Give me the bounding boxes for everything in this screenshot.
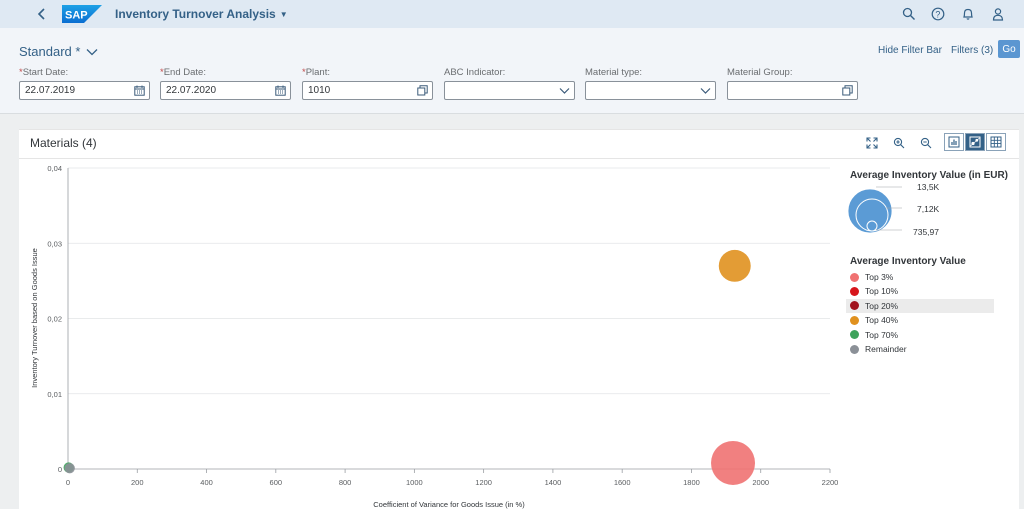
- material-group-field[interactable]: [727, 81, 858, 100]
- size-legend-min: 735,97: [913, 227, 939, 237]
- x-tick-label: 2200: [822, 478, 839, 487]
- y-tick-label: 0,04: [47, 164, 62, 173]
- x-tick-label: 600: [270, 478, 283, 487]
- table-view-icon[interactable]: [986, 133, 1006, 151]
- start-date-field[interactable]: 22.07.2019: [19, 81, 150, 100]
- panel-title: Materials (4): [30, 136, 97, 150]
- legend-dot: [850, 286, 859, 296]
- end-date-field[interactable]: 22.07.2020: [160, 81, 291, 100]
- help-icon[interactable]: ?: [931, 7, 945, 21]
- x-tick-label: 1400: [545, 478, 562, 487]
- filters-button[interactable]: Filters (3): [951, 45, 993, 56]
- x-tick-label: 1200: [475, 478, 492, 487]
- legend-item[interactable]: Remainder: [846, 342, 994, 356]
- app-title: Inventory Turnover Analysis: [115, 7, 276, 21]
- y-tick-label: 0,03: [47, 239, 62, 248]
- value-help-icon[interactable]: [842, 85, 853, 96]
- legend-label: Top 20%: [865, 300, 899, 311]
- fullscreen-icon[interactable]: [865, 136, 879, 150]
- go-button[interactable]: Go: [998, 40, 1020, 58]
- shell-bar: SAP Inventory Turnover Analysis ▼ ?: [0, 0, 1024, 28]
- zoom-in-icon[interactable]: [892, 136, 906, 150]
- start-date-label: *Start Date:: [19, 67, 69, 78]
- legend-dot: [850, 301, 859, 311]
- end-date-value: 22.07.2020: [166, 85, 217, 96]
- legend-label: Top 3%: [865, 272, 894, 282]
- x-tick-label: 1800: [683, 478, 700, 487]
- sap-logo[interactable]: SAP: [62, 5, 102, 23]
- legend-dot: [850, 330, 859, 340]
- x-tick-label: 200: [131, 478, 144, 487]
- y-tick-label: 0: [58, 465, 62, 474]
- plant-label: *Plant:: [302, 67, 330, 78]
- x-tick-label: 1000: [406, 478, 423, 487]
- legend-label: Remainder: [865, 344, 907, 354]
- hide-filter-bar-button[interactable]: Hide Filter Bar: [878, 45, 942, 56]
- svg-text:?: ?: [935, 9, 940, 19]
- x-tick-label: 2000: [752, 478, 769, 487]
- legend-label: Top 70%: [865, 329, 899, 340]
- svg-text:SAP: SAP: [65, 10, 88, 22]
- abc-indicator-label: ABC Indicator:: [444, 67, 506, 78]
- calendar-icon[interactable]: [275, 85, 286, 96]
- legend-dot: [850, 344, 859, 354]
- zoom-out-icon[interactable]: [919, 136, 933, 150]
- legend-dot: [850, 315, 859, 325]
- search-icon[interactable]: [902, 7, 916, 21]
- abc-indicator-select[interactable]: [444, 81, 575, 100]
- size-legend-max: 13,5K: [917, 182, 940, 192]
- plant-value: 1010: [308, 85, 331, 96]
- y-tick-label: 0,02: [47, 315, 62, 324]
- variant-name: Standard *: [19, 44, 81, 59]
- end-date-label: *End Date:: [160, 67, 206, 78]
- size-legend-mid: 7,12K: [917, 204, 940, 214]
- calendar-icon[interactable]: [134, 85, 145, 96]
- x-axis-label: Coefficient of Variance for Goods Issue …: [373, 500, 525, 509]
- data-bubble: [718, 249, 751, 282]
- material-group-label: Material Group:: [727, 67, 793, 78]
- caret-down-icon: ▼: [279, 9, 288, 19]
- user-icon[interactable]: [991, 7, 1005, 21]
- material-type-label: Material type:: [585, 67, 643, 78]
- legend-dot: [850, 272, 859, 282]
- bubble-chart-view-icon[interactable]: [965, 133, 985, 151]
- y-tick-label: 0,01: [47, 390, 62, 399]
- filter-header: Standard * Hide Filter Bar Filters (3) G…: [0, 28, 1024, 114]
- legend-item[interactable]: Top 70%: [846, 328, 994, 342]
- chevron-down-icon: [86, 48, 98, 55]
- chevron-down-icon[interactable]: [700, 85, 711, 96]
- chart-table-toggle-icon[interactable]: [944, 133, 964, 151]
- legend-item[interactable]: Top 10%: [846, 284, 994, 298]
- legend-item[interactable]: Top 40%: [846, 313, 994, 327]
- bell-icon[interactable]: [961, 7, 975, 21]
- legend-label: Top 40%: [865, 315, 899, 326]
- y-axis-label: Inventory Turnover based on Goods Issue: [30, 248, 39, 388]
- chevron-down-icon[interactable]: [559, 85, 570, 96]
- start-date-value: 22.07.2019: [25, 85, 76, 96]
- value-help-icon[interactable]: [417, 85, 428, 96]
- legend-item[interactable]: Top 3%: [846, 270, 994, 284]
- legend-label: Top 10%: [865, 286, 899, 297]
- color-legend-title: Average Inventory Value: [850, 256, 966, 267]
- plant-field[interactable]: 1010: [302, 81, 433, 100]
- back-icon[interactable]: [34, 6, 50, 22]
- variant-selector[interactable]: Standard *: [19, 44, 98, 59]
- x-tick-label: 1600: [614, 478, 631, 487]
- x-tick-label: 800: [339, 478, 352, 487]
- app-title-menu[interactable]: Inventory Turnover Analysis ▼: [115, 7, 288, 21]
- x-tick-label: 0: [66, 478, 70, 487]
- data-bubble: [64, 463, 75, 474]
- legend-item[interactable]: Top 20%: [846, 298, 994, 313]
- material-type-select[interactable]: [585, 81, 716, 100]
- bubble-chart: 0 0,01 0,02 0,03 0,04 0 200 400 600 800 1000 1200 1…: [30, 164, 839, 509]
- x-tick-label: 400: [200, 478, 213, 487]
- data-bubble: [711, 440, 756, 485]
